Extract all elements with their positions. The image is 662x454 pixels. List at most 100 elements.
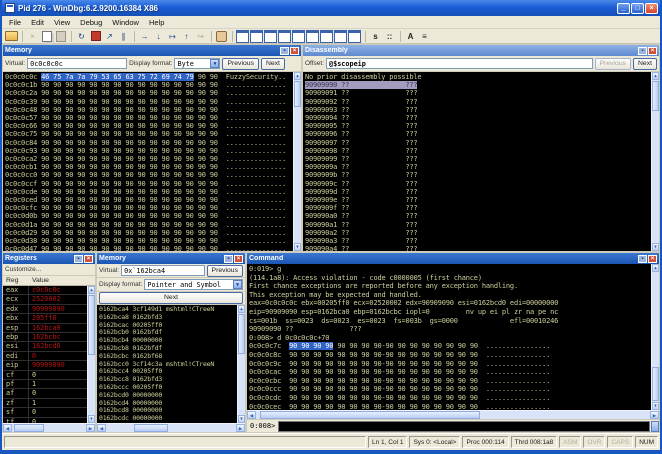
command-window-icon[interactable] (236, 30, 249, 43)
status-toggle-num[interactable]: NUM (635, 436, 658, 448)
scroll-down-icon[interactable]: ▼ (88, 415, 95, 423)
registers-vscrollbar[interactable]: ▲ ▼ (87, 286, 95, 423)
status-cell: Proc 000:114 (462, 436, 509, 448)
scroll-down-icon[interactable]: ▼ (294, 243, 301, 251)
command-close-icon[interactable]: × (648, 254, 657, 263)
memory1-vscrollbar[interactable]: ▲ ▼ (293, 72, 301, 251)
close-button[interactable]: × (645, 2, 658, 14)
menu-file[interactable]: File (4, 18, 26, 27)
memory1-dock-icon[interactable]: ▪ (280, 46, 289, 55)
disassembly-window-icon[interactable] (320, 30, 333, 43)
toolbar-separator (232, 30, 233, 42)
disassembly-offset-input[interactable]: @$scopeip (326, 58, 593, 69)
register-name: esi (3, 342, 29, 351)
source-mode-off-icon[interactable]: :: (383, 30, 396, 43)
disassembly-vscrollbar[interactable]: ▲ ▼ (651, 72, 659, 251)
memory1-close-icon[interactable]: × (290, 46, 299, 55)
command-line: 0c0c0cbc 90 90 90 90 90 90 90 90-90 90 9… (249, 376, 551, 385)
memory2-next-button[interactable]: Next (99, 292, 243, 304)
memory2-virtual-input[interactable]: 0x`162bca4 (121, 265, 205, 276)
scroll-left-icon[interactable]: ◀ (97, 424, 106, 432)
command-input[interactable] (278, 420, 650, 432)
watch-window-icon[interactable] (250, 30, 263, 43)
scroll-up-icon[interactable]: ▲ (652, 264, 659, 272)
status-toggle-asm[interactable]: ASM (559, 436, 582, 448)
memory2-previous-button[interactable]: Previous (206, 264, 243, 277)
memory1-virtual-input[interactable]: 0c0c0c0c (27, 58, 128, 69)
memory-row: 0c0c0cfc 90 90 90 90 90 90 90 90 90 90 9… (5, 204, 287, 213)
disassembly-close-icon[interactable]: × (648, 46, 657, 55)
options-icon[interactable]: ≡ (418, 30, 431, 43)
source-mode-on-icon[interactable]: s (369, 30, 382, 43)
call-stack-window-icon[interactable] (306, 30, 319, 43)
scroll-down-icon[interactable]: ▼ (238, 415, 245, 423)
memory2-hscrollbar[interactable]: ◀ ▶ (97, 423, 245, 432)
cut-icon: × (30, 31, 35, 41)
disassembly-pane: Disassembly ▪ × Offset: @$scopeip Previo… (302, 44, 660, 252)
status-toggle-ovr[interactable]: OVR (583, 436, 606, 448)
command-dock-icon[interactable]: ▪ (638, 254, 647, 263)
disassembly-next-button[interactable]: Next (633, 57, 657, 70)
font-icon[interactable]: A (404, 30, 417, 43)
menu-edit[interactable]: Edit (26, 18, 49, 27)
step-into-icon[interactable]: ↓ (152, 30, 165, 43)
registers-hscrollbar[interactable]: ◀ ▶ (3, 423, 95, 432)
registers-customize[interactable]: Customize... (3, 264, 95, 276)
processes-window-icon[interactable] (348, 30, 361, 43)
locals-window-icon[interactable] (264, 30, 277, 43)
step-over-icon[interactable]: ↦ (166, 30, 179, 43)
menu-help[interactable]: Help (144, 18, 169, 27)
maximize-button[interactable]: □ (631, 2, 644, 14)
register-value: 0 (32, 389, 37, 398)
registers-close-icon[interactable]: × (84, 254, 93, 263)
insert-breakpoint-icon[interactable] (215, 30, 228, 43)
register-name: af (3, 389, 29, 398)
memory2-format-select[interactable]: Pointer and Symbol ▼ (144, 279, 243, 290)
disassembly-dock-icon[interactable]: ▪ (638, 46, 647, 55)
step-out-icon[interactable]: ↑ (180, 30, 193, 43)
scroll-right-icon[interactable]: ▶ (650, 411, 659, 419)
command-scroll-toggle[interactable] (651, 420, 659, 432)
scroll-down-icon[interactable]: ▼ (652, 402, 659, 410)
detach-icon[interactable]: ↗ (103, 30, 116, 43)
memory2-close-icon[interactable]: × (234, 254, 243, 263)
scroll-left-icon[interactable]: ◀ (247, 411, 256, 419)
memory2-dock-icon[interactable]: ▪ (224, 254, 233, 263)
customize-button[interactable]: Customize... (5, 266, 41, 273)
scroll-left-icon[interactable]: ◀ (3, 424, 12, 432)
status-cell: Ln 1, Col 1 (368, 436, 408, 448)
scroll-down-icon[interactable]: ▼ (652, 243, 659, 251)
chevron-down-icon[interactable]: ▼ (210, 59, 220, 68)
memory1-format-select[interactable]: Byte ▼ (174, 58, 221, 69)
open-source-file-icon[interactable] (5, 30, 18, 43)
disassembly-row: 909090a0 ?? ??? (305, 212, 418, 221)
memory1-previous-button[interactable]: Previous (222, 57, 259, 70)
minimize-button[interactable]: _ (617, 2, 630, 14)
scroll-right-icon[interactable]: ▶ (236, 424, 245, 432)
status-toggle-caps[interactable]: CAPS (607, 436, 634, 448)
scroll-up-icon[interactable]: ▲ (238, 305, 245, 313)
scroll-right-icon[interactable]: ▶ (86, 424, 95, 432)
go-icon[interactable]: → (138, 30, 151, 43)
command-hscrollbar[interactable]: ◀ ▶ (247, 410, 659, 419)
command-vscrollbar[interactable]: ▲ ▼ (651, 264, 659, 410)
command-line: 0:008> d 0c0c0c0c+70 (249, 333, 330, 342)
menu-debug[interactable]: Debug (75, 18, 107, 27)
stop-debugging-icon[interactable] (89, 30, 102, 43)
memory1-next-button[interactable]: Next (260, 57, 285, 70)
registers-dock-icon[interactable]: ▪ (74, 254, 83, 263)
chevron-down-icon[interactable]: ▼ (233, 280, 242, 289)
memory2-vscrollbar[interactable]: ▲ ▼ (237, 305, 245, 423)
memory-window-icon[interactable] (292, 30, 305, 43)
menu-view[interactable]: View (49, 18, 75, 27)
scratch-pad-icon[interactable] (334, 30, 347, 43)
scroll-up-icon[interactable]: ▲ (652, 72, 659, 80)
break-icon[interactable]: ∥ (117, 30, 130, 43)
restart-icon[interactable]: ↻ (75, 30, 88, 43)
registers-window-icon[interactable] (278, 30, 291, 43)
copy-icon[interactable] (40, 30, 53, 43)
scroll-up-icon[interactable]: ▲ (88, 286, 95, 294)
menu-window[interactable]: Window (107, 18, 144, 27)
scroll-up-icon[interactable]: ▲ (294, 72, 301, 80)
memory-pane-2: Memory ▪ × Virtual: 0x`162bca4 Previous … (96, 252, 246, 433)
